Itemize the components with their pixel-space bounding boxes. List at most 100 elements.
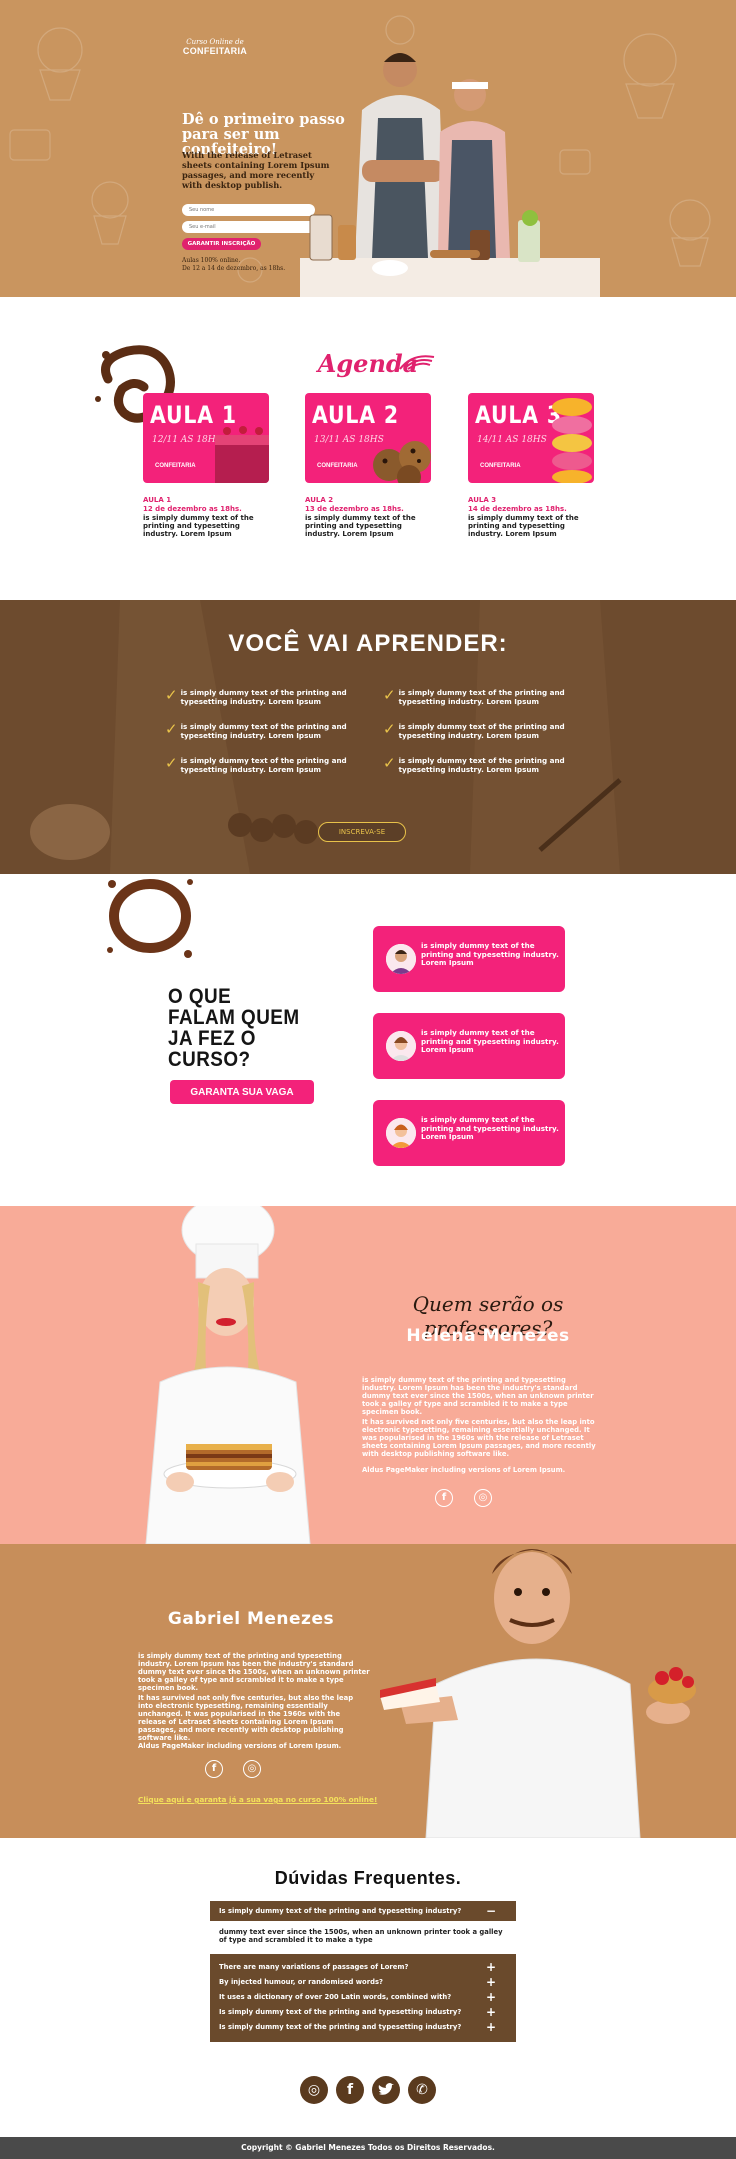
cookies-image [373,441,431,483]
class-card-logo: CONFEITARIA [155,463,196,469]
learn-item: ✓ is simply dummy text of the printing a… [383,720,583,741]
check-icon: ✓ [165,720,178,738]
twitter-icon[interactable] [372,2076,400,2104]
plus-icon: + [485,1960,496,1974]
learn-item-text: is simply dummy text of the printing and… [180,722,347,740]
class-label-title: AULA 1 [143,496,172,504]
class-description: is simply dummy text of the printing and… [468,514,579,538]
class-card-logo: CONFEITARIA [480,463,521,469]
class-label: AULA 1 12 de dezembro as 18hs. [143,496,269,514]
instagram-icon[interactable]: ◎ [474,1489,492,1507]
class-label: AULA 3 14 de dezembro as 18hs. [468,496,594,514]
faq-item-open[interactable]: Is simply dummy text of the printing and… [210,1901,516,1921]
learn-item-text: is simply dummy text of the printing and… [398,756,565,774]
avatar [386,944,416,974]
learn-item-text: is simply dummy text of the printing and… [180,756,347,774]
teacher-gabriel-section: Gabriel Menezes is simply dummy text of … [0,1544,736,1838]
hero-section: Curso Online de CONFEITARIA Dê o primeir… [0,0,736,297]
class-card-logo: CONFEITARIA [317,463,358,469]
name-input[interactable] [182,204,315,216]
faq-item[interactable]: There are many variations of passages of… [210,1959,516,1975]
whisk-icon [399,355,435,370]
minus-icon: − [485,1904,496,1918]
plus-icon: + [485,2020,496,2034]
faq-question: It uses a dictionary of over 200 Latin w… [219,1993,452,2001]
class-card[interactable]: AULA 2 13/11 AS 18HS CONFEITARIA [305,393,431,483]
avatar [386,1118,416,1148]
bakers-photo [300,53,600,297]
learn-item: ✓ is simply dummy text of the printing a… [165,720,365,741]
agenda-title: Agenda [317,349,419,378]
chocolate-ring-image [107,879,193,958]
faq-item[interactable]: It uses a dictionary of over 200 Latin w… [210,1989,516,2005]
teacher-bio-paragraph: is simply dummy text of the printing and… [362,1376,594,1416]
faq-item[interactable]: By injected humour, or randomised words?… [210,1974,516,1990]
teacher-bio-paragraph: Aldus PageMaker including versions of Lo… [138,1742,342,1750]
faq-question: Is simply dummy text of the printing and… [219,2008,462,2016]
class-3: AULA 3 14/11 AS 18HS CONFEITARIA AULA 3 … [468,393,594,538]
faq-question: Is simply dummy text of the printing and… [219,2023,462,2031]
donuts-image [552,398,592,483]
check-icon: ✓ [165,754,178,772]
site-logo[interactable]: Curso Online de CONFEITARIA [180,38,250,56]
cake-image [215,426,269,483]
testimonial-card: is simply dummy text of the printing and… [373,1100,565,1166]
class-2: AULA 2 13/11 AS 18HS CONFEITARIA AULA 2 … [305,393,431,538]
faq-question: By injected humour, or randomised words? [219,1978,383,1986]
class-label-date: 12 de dezembro as 18hs. [143,505,242,513]
logo-wordmark: CONFEITARIA [182,46,248,56]
faq-question: There are many variations of passages of… [219,1963,409,1971]
teacher-bio-paragraph: is simply dummy text of the printing and… [138,1652,370,1692]
faq-section: Dúvidas Frequentes. Is simply dummy text… [0,1838,736,2090]
faq-item[interactable]: Is simply dummy text of the printing and… [210,2019,516,2035]
landing-page: Curso Online de CONFEITARIA Dê o primeir… [0,0,736,2159]
email-input[interactable] [182,221,315,233]
class-label-title: AULA 3 [468,496,497,504]
helena-photo [145,1206,311,1544]
guarantee-signup-button[interactable]: GARANTIR INSCRIÇÃO [182,238,261,250]
whatsapp-icon[interactable]: ✆ [408,2076,436,2104]
facebook-icon[interactable]: f [205,1760,223,1778]
social-links: ◎ f ✆ [0,2066,736,2137]
check-icon: ✓ [383,754,396,772]
agenda-section: Agenda AULA 1 12/11 AS 18HS CONFEITARIA … [0,297,736,600]
guarantee-spot-button[interactable]: GARANTA SUA VAGA [170,1080,314,1104]
logo-tagline: Curso Online de [186,38,244,46]
class-description: is simply dummy text of the printing and… [143,514,254,538]
instagram-icon[interactable]: ◎ [243,1760,261,1778]
learn-item-text: is simply dummy text of the printing and… [398,688,565,706]
guarantee-spot-link[interactable]: Clique aqui e garanta já a sua vaga no c… [138,1795,377,1804]
teacher-name: Helena Menezes [406,1326,570,1346]
learn-item: ✓ is simply dummy text of the printing a… [165,754,365,775]
faq-item[interactable]: Is simply dummy text of the printing and… [210,2004,516,2020]
class-label: AULA 2 13 de dezembro as 18hs. [305,496,431,514]
teacher-helena-section: Quem serão os professores? Helena Meneze… [0,1206,736,1544]
class-card[interactable]: AULA 3 14/11 AS 18HS CONFEITARIA [468,393,594,483]
teacher-name: Gabriel Menezes [167,1609,335,1629]
footer: Copyright © Gabriel Menezes Todos os Dir… [0,2137,736,2159]
check-icon: ✓ [383,720,396,738]
class-card-date: 14/11 AS 18HS [477,435,547,445]
plus-icon: + [485,1990,496,2004]
class-label-date: 14 de dezembro as 18hs. [468,505,567,513]
class-1: AULA 1 12/11 AS 18HS CONFEITARIA AULA 1 … [143,393,269,538]
class-card[interactable]: AULA 1 12/11 AS 18HS CONFEITARIA [143,393,269,483]
faq-answer: dummy text ever since the 1500s, when an… [210,1922,516,1953]
class-label-date: 13 de dezembro as 18hs. [305,505,404,513]
class-label-title: AULA 2 [305,496,334,504]
instagram-icon[interactable]: ◎ [300,2076,328,2104]
testimonial-text: is simply dummy text of the printing and… [421,941,559,968]
testimonial-card: is simply dummy text of the printing and… [373,1013,565,1079]
learn-item-text: is simply dummy text of the printing and… [180,688,347,706]
signup-button[interactable]: INSCREVA-SE [318,822,406,842]
learn-item: ✓ is simply dummy text of the printing a… [383,686,583,707]
testimonials-title: O QUE FALAM QUEM JA FEZ O CURSO? [168,985,300,1071]
avatar [386,1031,416,1061]
facebook-icon[interactable]: f [435,1489,453,1507]
gabriel-photo [380,1549,696,1838]
check-icon: ✓ [383,686,396,704]
testimonial-card: is simply dummy text of the printing and… [373,926,565,992]
testimonial-text: is simply dummy text of the printing and… [421,1115,559,1142]
plus-icon: + [485,2005,496,2019]
facebook-icon[interactable]: f [336,2076,364,2104]
